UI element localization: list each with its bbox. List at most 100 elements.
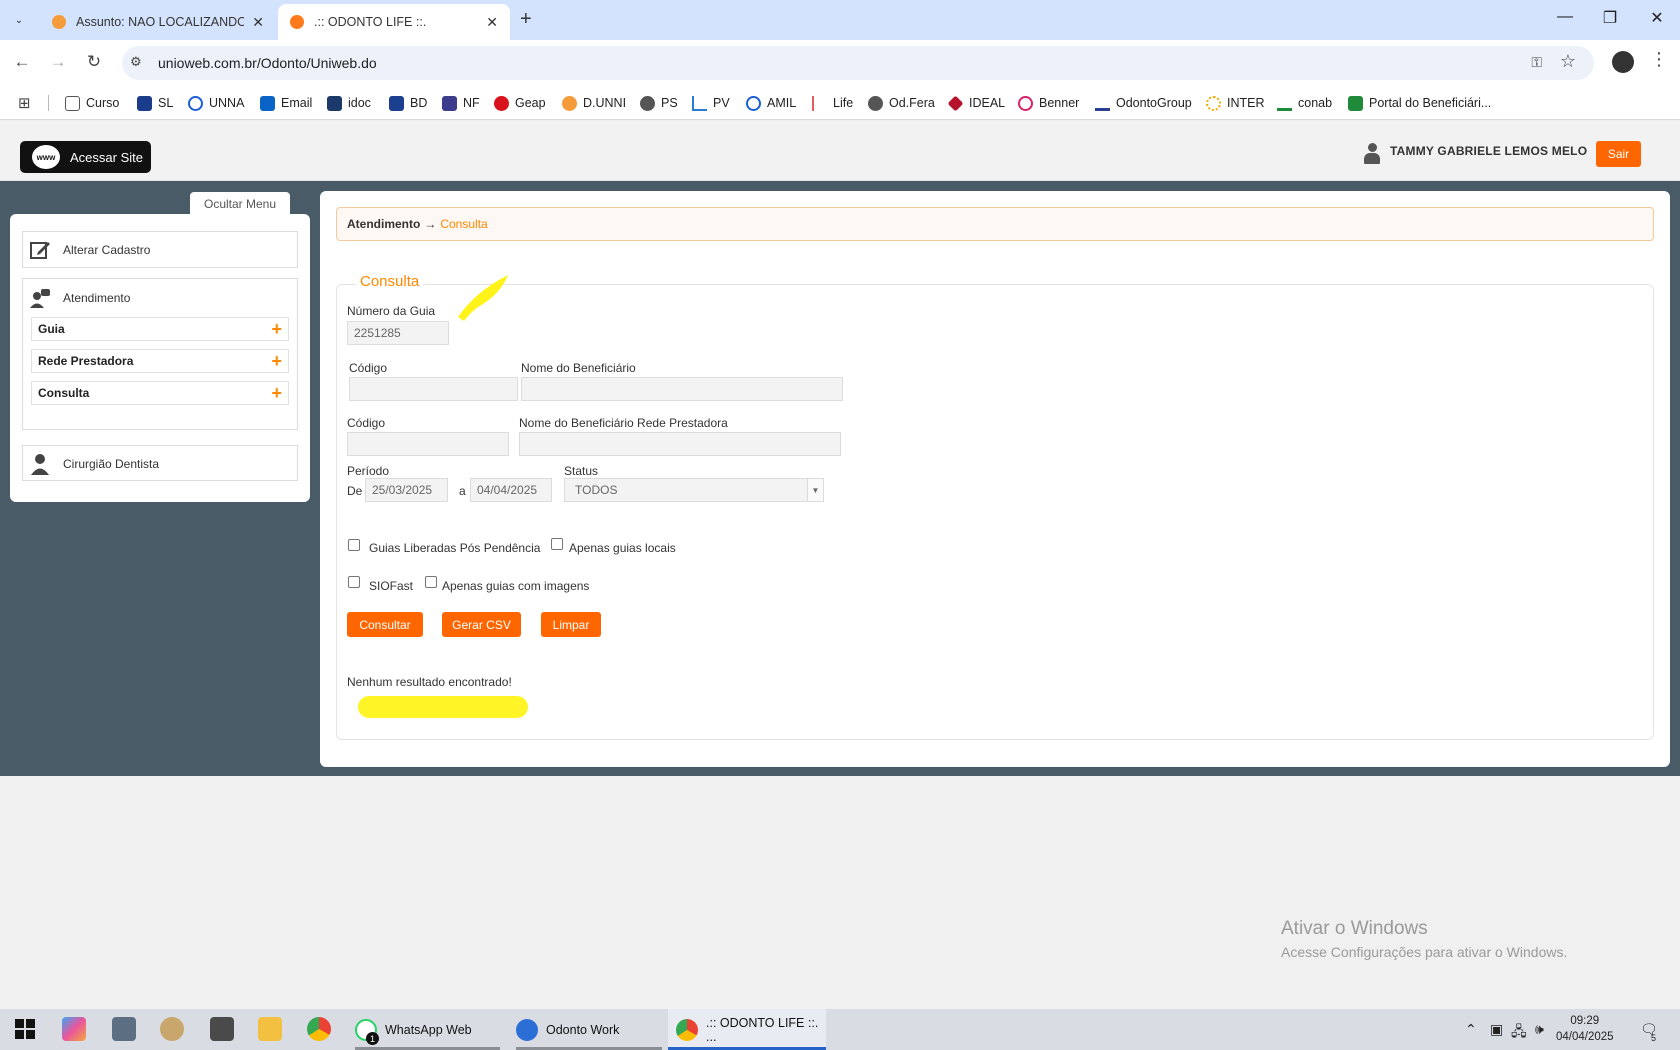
sidebar-item-cirurgiao-dentista[interactable]: Cirurgião Dentista <box>22 445 298 481</box>
browser-tab-odonto-life[interactable]: .:: ODONTO LIFE ::. ✕ <box>278 4 510 40</box>
apps-grid-icon[interactable]: ⊞ <box>18 94 31 112</box>
bookmark-curso[interactable]: Curso <box>65 92 119 114</box>
window-close-icon[interactable]: ✕ <box>1637 8 1677 28</box>
tab-close-icon[interactable]: ✕ <box>486 14 498 31</box>
status-select[interactable]: TODOS ▼ <box>564 478 824 502</box>
plus-icon[interactable]: + <box>271 320 282 338</box>
chk-siofast[interactable] <box>348 576 360 588</box>
chk-guias-liberadas[interactable] <box>348 539 360 551</box>
nome-beneficiario-input[interactable] <box>521 377 843 401</box>
submenu-guia[interactable]: Guia + <box>31 317 289 341</box>
chk-guias-locais[interactable] <box>551 538 563 550</box>
windows-taskbar: WhatsApp Web 1 Odonto Work .:: ODONTO LI… <box>0 1009 1680 1050</box>
bookmark-portal[interactable]: Portal do Beneficiári... <box>1348 92 1491 114</box>
bookmark-label: BD <box>410 96 428 110</box>
chrome-icon[interactable] <box>307 1017 331 1041</box>
tab-close-icon[interactable]: ✕ <box>252 14 264 31</box>
content-panel: Atendimento → Consulta Consulta Número d… <box>320 191 1670 767</box>
bookmark-odfera[interactable]: Od.Fera <box>868 92 935 114</box>
bookmark-odontogroup[interactable]: OdontoGroup <box>1095 92 1192 114</box>
sidebar-item-atendimento[interactable]: Atendimento <box>23 279 297 317</box>
windows-start-icon[interactable] <box>13 1017 37 1041</box>
taskbar-app-label: .:: ODONTO LIFE ::. ... <box>706 1015 819 1044</box>
consultar-button[interactable]: Consultar <box>347 612 423 637</box>
bookmark-sl[interactable]: SL <box>137 92 173 114</box>
calculator-icon[interactable] <box>112 1017 136 1041</box>
bookmark-life[interactable]: Life <box>812 92 853 114</box>
consulta-fieldset <box>336 284 1654 740</box>
sidebar-item-alterar-cadastro[interactable]: Alterar Cadastro <box>22 231 298 268</box>
browser-menu-icon[interactable]: ⋮ <box>1650 49 1668 70</box>
site-header: www Acessar Site TAMMY GABRIELE LEMOS ME… <box>0 121 1680 181</box>
data-fim-input[interactable]: 04/04/2025 <box>470 478 552 502</box>
codigo-input[interactable] <box>349 377 518 401</box>
sidebar-item-label: Cirurgião Dentista <box>63 457 160 471</box>
bookmark-label: idoc <box>348 96 371 110</box>
bookmark-pv[interactable]: PV <box>692 92 730 114</box>
omnibox[interactable]: ⚙ unioweb.com.br/Odonto/Uniweb.do ⚿ ☆ <box>122 46 1594 80</box>
codigo-rede-input[interactable] <box>347 432 509 456</box>
minimize-icon[interactable]: — <box>1545 8 1585 26</box>
url-text[interactable]: unioweb.com.br/Odonto/Uniweb.do <box>158 55 377 71</box>
chk-guias-liberadas-label: Guias Liberadas Pós Pendência <box>369 541 541 555</box>
dentist-user-icon <box>29 453 51 475</box>
plus-icon[interactable]: + <box>271 384 282 402</box>
bookmark-ps[interactable]: PS <box>640 92 678 114</box>
logout-button[interactable]: Sair <box>1596 141 1641 167</box>
restore-icon[interactable]: ❐ <box>1590 8 1630 28</box>
bookmark-geap[interactable]: Geap <box>494 92 546 114</box>
bookmark-star-icon[interactable]: ☆ <box>1560 51 1576 72</box>
forward-icon[interactable]: → <box>46 52 70 72</box>
breadcrumb-parent[interactable]: Atendimento <box>347 217 420 231</box>
bookmark-ideal[interactable]: IDEAL <box>947 92 1005 114</box>
new-tab-icon[interactable]: + <box>520 8 532 31</box>
back-icon[interactable]: ← <box>10 52 34 72</box>
submenu-rede-prestadora[interactable]: Rede Prestadora + <box>31 349 289 373</box>
show-hidden-icons-icon[interactable]: ⌃ <box>1465 1021 1477 1038</box>
site-info-icon[interactable]: ⚙ <box>130 54 142 70</box>
scanner-icon[interactable] <box>210 1017 234 1041</box>
acessar-site-button[interactable]: www Acessar Site <box>20 141 151 173</box>
page-background: Ativar o Windows Acesse Configurações pa… <box>0 776 1680 1009</box>
browser-tab-assunto[interactable]: Assunto: NAO LOCALIZANDO GUIA ✕ <box>40 4 276 40</box>
data-inicio-input[interactable]: 25/03/2025 <box>365 478 448 502</box>
hide-menu-toggle[interactable]: Ocultar Menu <box>190 192 290 215</box>
clock[interactable]: 09:29 04/04/2025 <box>1556 1013 1614 1045</box>
submenu-consulta[interactable]: Consulta + <box>31 381 289 405</box>
volume-icon[interactable]: 🕪 <box>1535 1021 1544 1038</box>
reload-icon[interactable]: ↻ <box>82 52 106 72</box>
paint-icon[interactable] <box>160 1017 184 1041</box>
gerar-csv-button[interactable]: Gerar CSV <box>442 612 521 637</box>
fieldset-legend: Consulta <box>356 273 424 290</box>
bookmark-email[interactable]: Email <box>260 92 312 114</box>
meet-icon[interactable]: ▣ <box>1490 1021 1503 1038</box>
tab-search-button[interactable]: ⌄ <box>8 9 30 31</box>
taskbar-app-whatsapp[interactable]: WhatsApp Web 1 <box>355 1009 500 1050</box>
bookmark-inter[interactable]: INTER <box>1206 92 1265 114</box>
chrome-icon <box>676 1018 698 1041</box>
bookmark-unna[interactable]: UNNA <box>188 92 244 114</box>
network-icon[interactable]: 🖧 <box>1511 1021 1527 1045</box>
chevron-down-icon[interactable]: ▼ <box>807 479 823 501</box>
bookmark-benner[interactable]: Benner <box>1018 92 1079 114</box>
copilot-icon[interactable] <box>62 1017 86 1041</box>
taskbar-app-chrome-odonto-life[interactable]: .:: ODONTO LIFE ::. ... <box>668 1009 826 1050</box>
bookmark-idoc[interactable]: idoc <box>327 92 371 114</box>
plus-icon[interactable]: + <box>271 352 282 370</box>
chk-guias-imagens[interactable] <box>425 576 437 588</box>
limpar-button[interactable]: Limpar <box>541 612 601 637</box>
file-explorer-icon[interactable] <box>258 1017 282 1041</box>
bookmark-conab[interactable]: conab <box>1277 92 1332 114</box>
bookmark-amil[interactable]: AMIL <box>746 92 796 114</box>
bookmark-favicon-icon <box>494 95 509 111</box>
numero-guia-input[interactable]: 2251285 <box>347 321 449 345</box>
bookmark-bd[interactable]: BD <box>389 92 427 114</box>
bookmark-nf[interactable]: NF <box>442 92 480 114</box>
folder-icon <box>65 95 80 111</box>
nome-rede-input[interactable] <box>519 432 841 456</box>
password-key-icon[interactable]: ⚿ <box>1531 54 1542 71</box>
profile-avatar[interactable] <box>1612 51 1634 73</box>
bookmark-dunni[interactable]: D.UNNI <box>562 92 626 114</box>
highlight-mark <box>358 696 528 718</box>
taskbar-app-odonto-work[interactable]: Odonto Work <box>516 1009 662 1050</box>
